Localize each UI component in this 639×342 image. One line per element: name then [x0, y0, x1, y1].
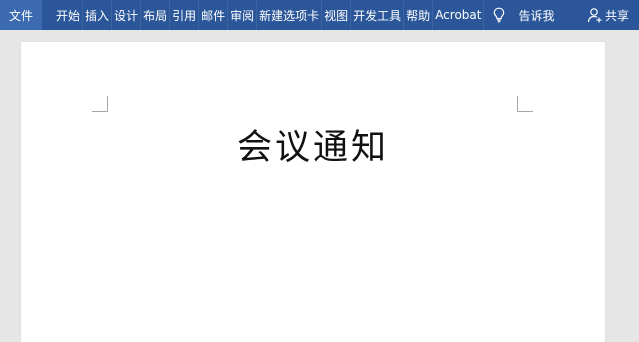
lightbulb-icon [494, 7, 505, 23]
tab-view[interactable]: 视图 [322, 0, 352, 30]
tab-label: 文件 [9, 8, 34, 23]
tab-label: 开发工具 [353, 8, 402, 23]
tab-label: 邮件 [201, 8, 226, 23]
tab-acrobat[interactable]: Acrobat [433, 0, 485, 30]
tab-new-tab[interactable]: 新建选项卡 [257, 0, 323, 30]
margin-corner-mark [517, 96, 533, 112]
margin-corner-mark [92, 96, 108, 112]
tab-mailings[interactable]: 邮件 [199, 0, 229, 30]
tab-references[interactable]: 引用 [170, 0, 200, 30]
tell-me-label: 告诉我 [518, 8, 555, 23]
document-title-text[interactable]: 会议通知 [21, 119, 605, 170]
tab-home[interactable]: 开始 [54, 0, 84, 30]
person-add-icon [587, 8, 602, 23]
tab-label: 开始 [56, 8, 81, 23]
share-label: 共享 [604, 8, 629, 23]
tab-insert[interactable]: 插入 [83, 0, 113, 30]
tab-label: 插入 [85, 8, 110, 23]
tab-help[interactable]: 帮助 [404, 0, 434, 30]
tab-layout[interactable]: 布局 [141, 0, 171, 30]
tab-label: 设计 [114, 8, 139, 23]
tab-label: 审阅 [230, 8, 255, 23]
tab-file[interactable]: 文件 [0, 0, 43, 30]
tab-label: 布局 [143, 8, 168, 23]
ribbon-tab-bar: 文件 开始 插入 设计 布局 引用 邮件 审阅 新建选项卡 视图 开发工具 帮助… [0, 0, 639, 30]
tab-review[interactable]: 审阅 [228, 0, 258, 30]
document-canvas[interactable]: 会议通知 [0, 30, 639, 342]
tab-developer[interactable]: 开发工具 [351, 0, 405, 30]
tab-label: 引用 [172, 8, 197, 23]
share-button[interactable]: 共享 [587, 0, 629, 30]
tab-label: Acrobat [435, 8, 482, 22]
tab-label: 帮助 [406, 8, 431, 23]
tab-label: 新建选项卡 [259, 8, 320, 23]
tab-label: 视图 [324, 8, 349, 23]
tab-design[interactable]: 设计 [112, 0, 142, 30]
tell-me-box[interactable]: 告诉我 [492, 0, 555, 30]
document-page[interactable]: 会议通知 [21, 42, 605, 342]
